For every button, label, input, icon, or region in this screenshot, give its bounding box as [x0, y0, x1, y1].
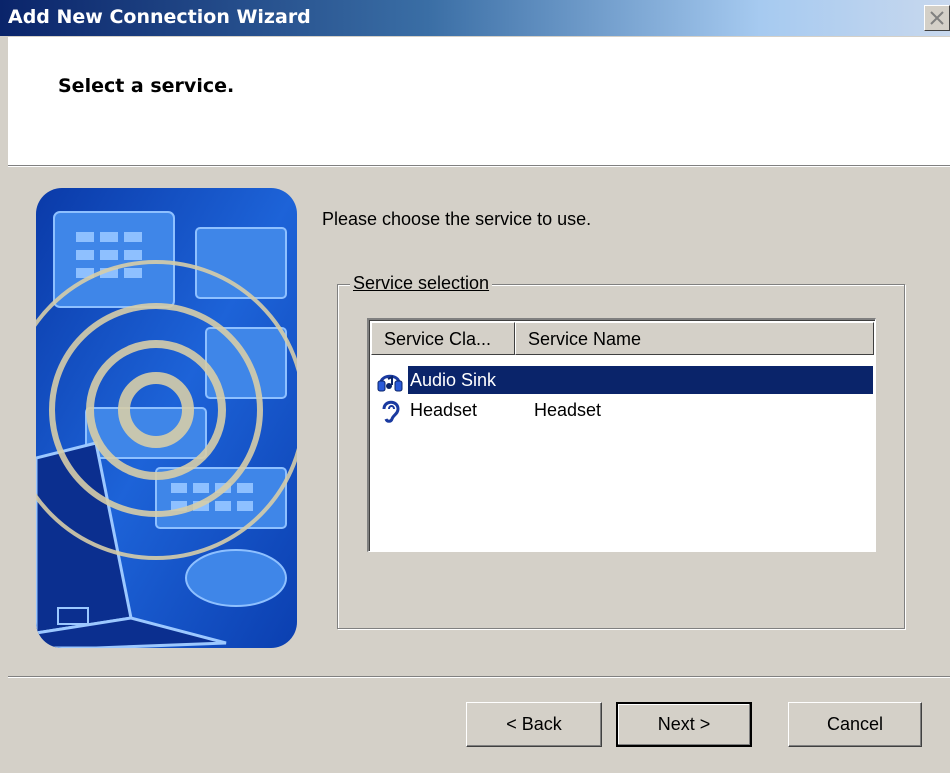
service-selection-label: Service selection	[350, 273, 493, 294]
back-button-label: < Back	[506, 714, 562, 734]
close-icon	[930, 11, 944, 25]
header-divider	[8, 165, 950, 167]
back-button[interactable]: < Back	[466, 702, 602, 747]
next-button-label: Next >	[657, 714, 711, 734]
cancel-button-label: Cancel	[826, 714, 884, 734]
close-button[interactable]	[924, 5, 950, 31]
next-button[interactable]: Next >	[616, 702, 752, 747]
column-header-service-class[interactable]: Service Cla...	[371, 322, 515, 355]
list-item-class: Audio Sink	[408, 366, 873, 394]
page-title: Select a service.	[58, 75, 235, 97]
cancel-button[interactable]: Cancel	[788, 702, 922, 747]
instruction-text: Please choose the service to use.	[322, 209, 592, 229]
list-item-audio-sink[interactable]: Audio Sink	[372, 366, 873, 394]
column-header-service-name[interactable]: Service Name	[515, 322, 874, 355]
list-item-class: Headset	[410, 400, 478, 420]
ear-icon	[382, 400, 400, 423]
wizard-illustration	[36, 188, 297, 648]
service-selection-label-text: Service selection	[353, 273, 490, 293]
list-item-name: Headset	[534, 400, 602, 420]
title-bar: Add New Connection Wizard	[0, 0, 950, 36]
headphones-icon	[377, 374, 403, 392]
services-listview[interactable]: Service Cla... Service Name Audio Sink H…	[367, 318, 876, 552]
wizard-header: Select a service.	[8, 37, 950, 165]
footer-divider	[8, 676, 950, 678]
window-title: Add New Connection Wizard	[8, 6, 311, 28]
list-item-headset[interactable]: Headset Headset	[372, 396, 872, 424]
